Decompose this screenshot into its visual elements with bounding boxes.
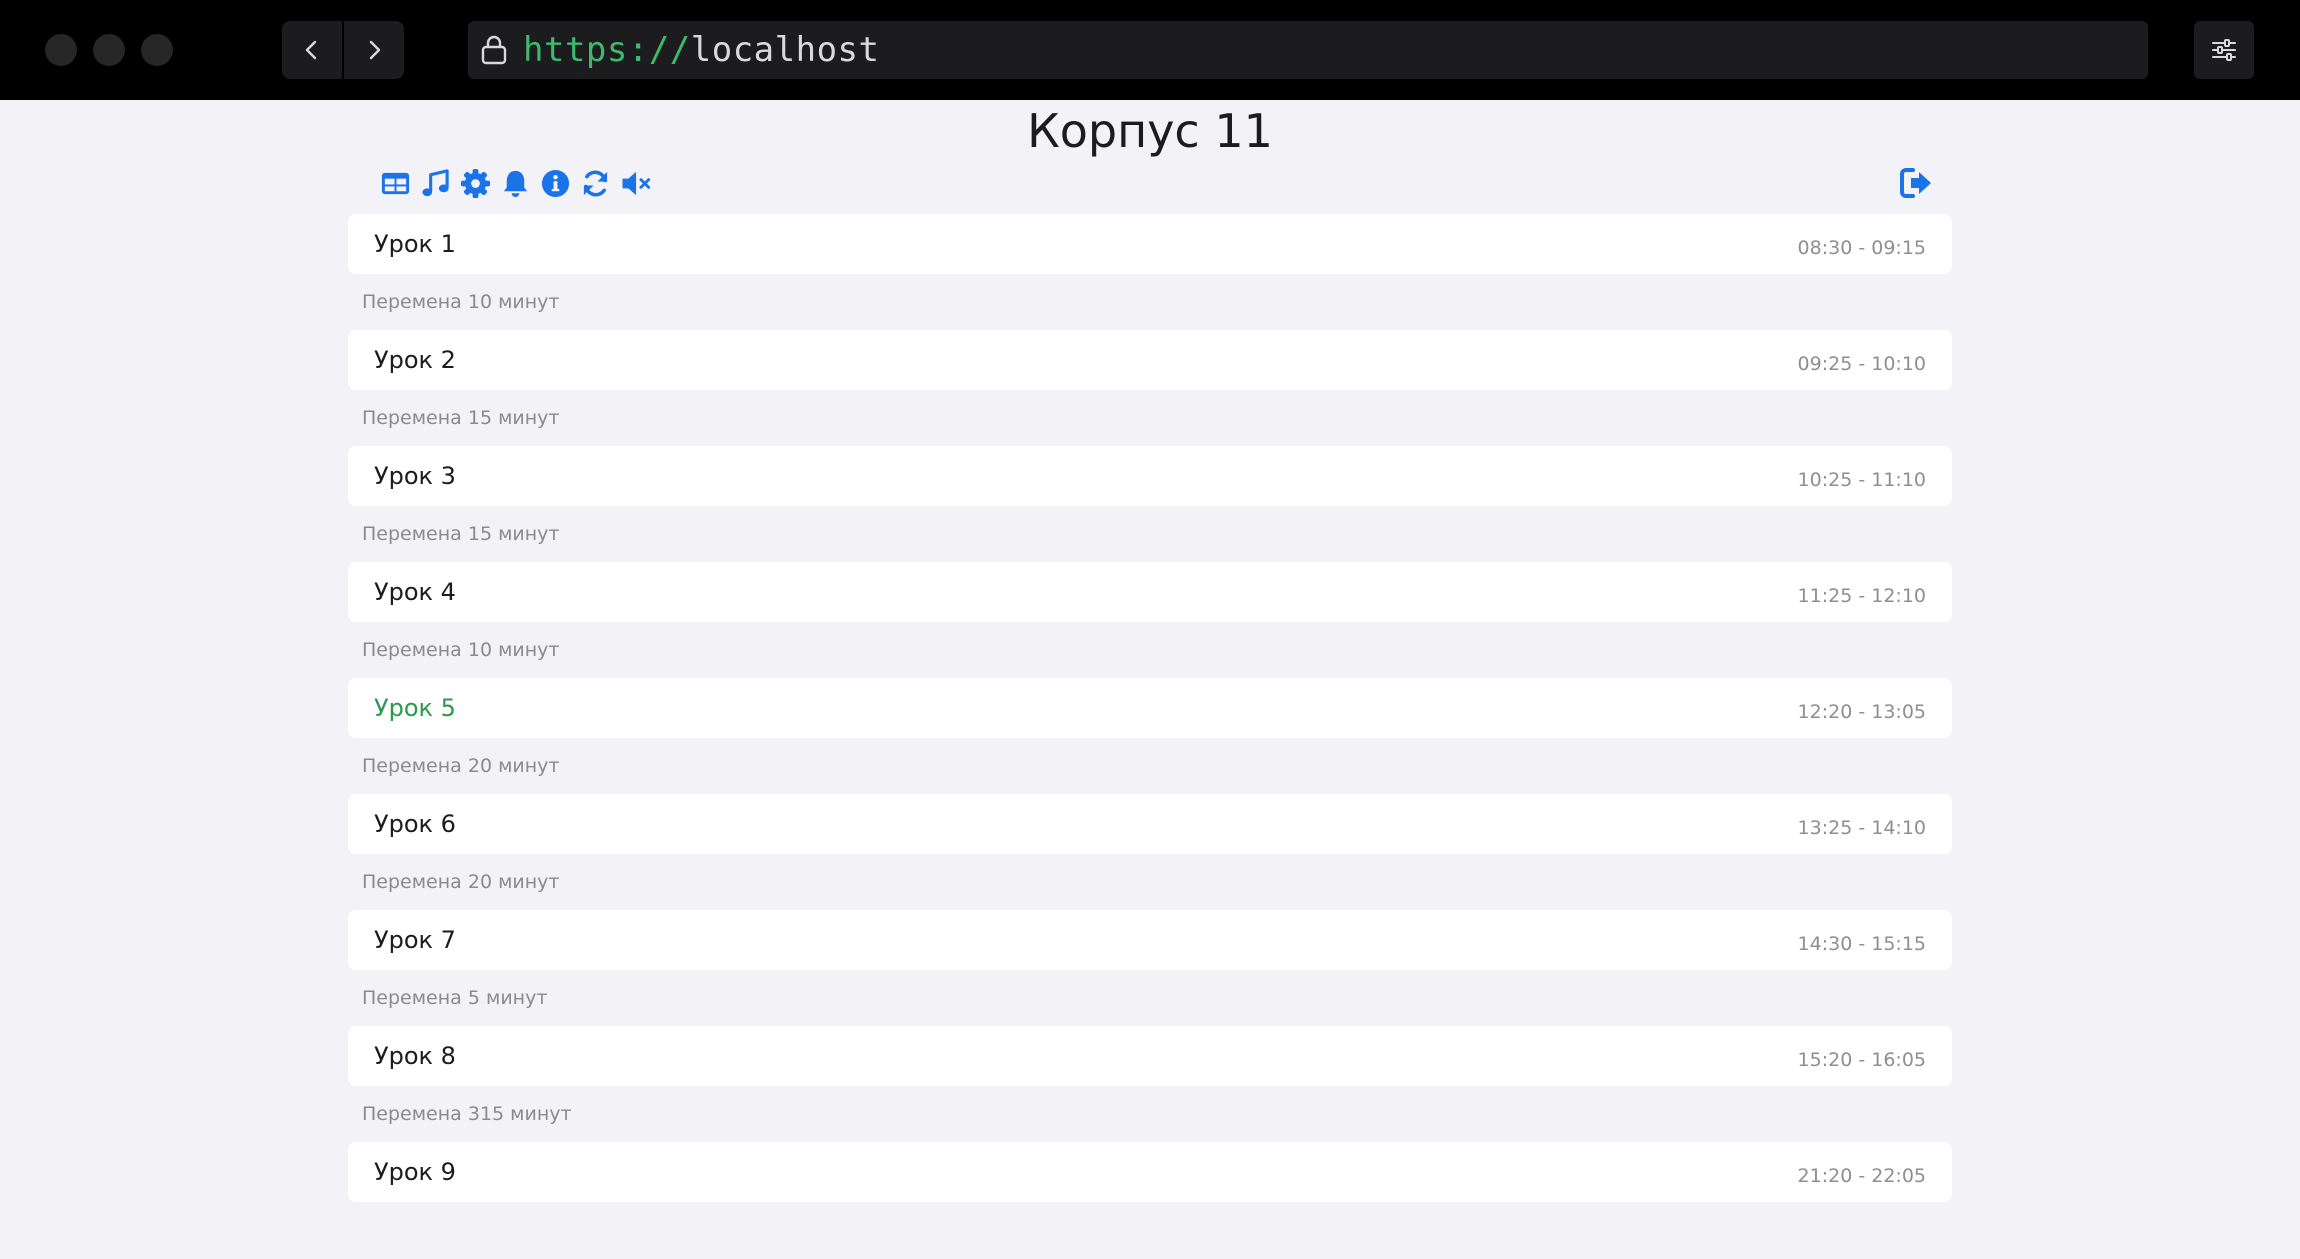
lesson-row[interactable]: Урок 7 14:30 - 15:15: [348, 910, 1952, 970]
lesson-row[interactable]: Урок 5 12:20 - 13:05: [348, 678, 1952, 738]
browser-settings-button[interactable]: [2194, 21, 2254, 79]
music-icon[interactable]: [420, 168, 451, 199]
lesson-row[interactable]: Урок 9 21:20 - 22:05: [348, 1142, 1952, 1202]
info-icon[interactable]: [540, 168, 571, 199]
lesson-row[interactable]: Урок 8 15:20 - 16:05: [348, 1026, 1952, 1086]
chevron-right-icon: [369, 40, 381, 60]
url-scheme: https://: [523, 30, 691, 70]
address-bar[interactable]: https://localhost: [468, 21, 2148, 79]
lesson-name: Урок 3: [374, 462, 456, 490]
break-label: Перемена 10 минут: [362, 639, 560, 661]
lesson-name: Урок 6: [374, 810, 456, 838]
browser-toolbar: https://localhost: [0, 0, 2300, 100]
gear-icon[interactable]: [460, 168, 491, 199]
lesson-name: Урок 9: [374, 1158, 456, 1186]
browser-window: https://localhost Корпус 11 Урок 1 08:30…: [0, 0, 2300, 1259]
logout-icon[interactable]: [1899, 166, 1933, 200]
url-host: localhost: [690, 30, 880, 70]
back-button[interactable]: [282, 21, 342, 79]
lesson-name: Урок 7: [374, 926, 456, 954]
break-label: Перемена 315 минут: [362, 1103, 572, 1125]
break-label: Перемена 20 минут: [362, 755, 560, 777]
lesson-time: 10:25 - 11:10: [1797, 469, 1926, 491]
url-text: https://localhost: [523, 30, 880, 70]
break-label: Перемена 15 минут: [362, 523, 560, 545]
page-title: Корпус 11: [1027, 104, 1273, 158]
mute-icon[interactable]: [620, 168, 656, 199]
lesson-time: 13:25 - 14:10: [1797, 817, 1926, 839]
chevron-left-icon: [305, 40, 317, 60]
lesson-time: 21:20 - 22:05: [1797, 1165, 1926, 1187]
lesson-row[interactable]: Урок 1 08:30 - 09:15: [348, 214, 1952, 274]
refresh-icon[interactable]: [580, 168, 611, 199]
bell-icon[interactable]: [500, 168, 531, 199]
lesson-time: 14:30 - 15:15: [1797, 933, 1926, 955]
lesson-time: 12:20 - 13:05: [1797, 701, 1926, 723]
lesson-time: 08:30 - 09:15: [1797, 237, 1926, 259]
lesson-name: Урок 8: [374, 1042, 456, 1070]
sliders-icon: [2212, 39, 2236, 61]
lesson-time: 09:25 - 10:10: [1797, 353, 1926, 375]
lock-icon: [481, 35, 507, 65]
minimize-window-button[interactable]: [93, 34, 125, 66]
break-label: Перемена 5 минут: [362, 987, 548, 1009]
lesson-name: Урок 4: [374, 578, 456, 606]
lesson-time: 15:20 - 16:05: [1797, 1049, 1926, 1071]
maximize-window-button[interactable]: [141, 34, 173, 66]
lesson-row[interactable]: Урок 6 13:25 - 14:10: [348, 794, 1952, 854]
break-label: Перемена 10 минут: [362, 291, 560, 313]
break-label: Перемена 15 минут: [362, 407, 560, 429]
lesson-time: 11:25 - 12:10: [1797, 585, 1926, 607]
app-toolbar: [380, 164, 656, 202]
break-label: Перемена 20 минут: [362, 871, 560, 893]
close-window-button[interactable]: [45, 34, 77, 66]
lesson-name: Урок 1: [374, 230, 456, 258]
table-icon[interactable]: [380, 168, 411, 199]
lesson-row[interactable]: Урок 3 10:25 - 11:10: [348, 446, 1952, 506]
lesson-name: Урок 5: [374, 694, 456, 722]
lesson-name: Урок 2: [374, 346, 456, 374]
lesson-row[interactable]: Урок 2 09:25 - 10:10: [348, 330, 1952, 390]
forward-button[interactable]: [344, 21, 404, 79]
lesson-row[interactable]: Урок 4 11:25 - 12:10: [348, 562, 1952, 622]
navigation-buttons: [282, 21, 404, 79]
